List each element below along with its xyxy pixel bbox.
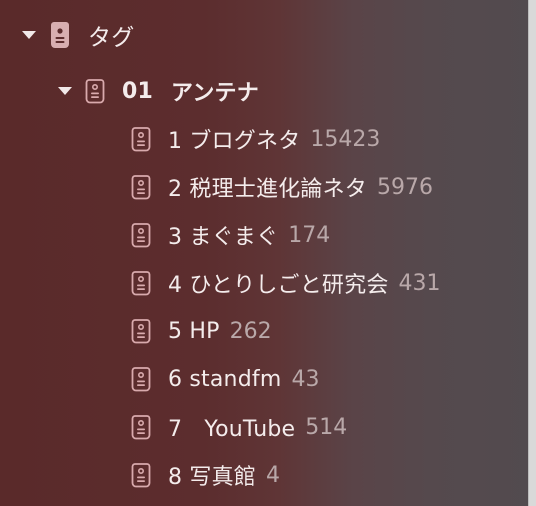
tag-item[interactable]: 6 standfm 43 (130, 359, 319, 399)
tag-outline-icon (84, 78, 106, 104)
folder-number: 01 (122, 78, 154, 104)
tag-item[interactable]: 8 写真館 4 (130, 455, 280, 495)
tag-item[interactable]: 1 ブログネタ 15423 (130, 119, 380, 159)
tag-outline-icon (130, 318, 152, 344)
tag-item-count: 514 (305, 414, 348, 440)
tag-outline-icon (130, 366, 152, 392)
triangle-down-icon[interactable] (58, 87, 72, 95)
tag-item-count: 4 (266, 462, 280, 488)
tag-item-label: 5 HP (168, 318, 220, 344)
tag-item[interactable]: 7 YouTube 514 (130, 407, 347, 447)
tag-item-label: 3 まぐまぐ (168, 225, 279, 250)
tag-item-count: 5976 (377, 174, 433, 200)
tag-outline-icon (130, 414, 152, 440)
scrollbar-strip[interactable] (528, 0, 536, 506)
tag-item[interactable]: 2 税理士進化論ネタ 5976 (130, 167, 433, 207)
tag-item-count: 15423 (310, 126, 381, 152)
tag-item-label: 4 ひとりしごと研究会 (168, 273, 389, 298)
tag-item[interactable]: 4 ひとりしごと研究会 431 (130, 263, 441, 303)
tag-item-label: 1 ブログネタ (168, 129, 301, 154)
tag-outline-icon (130, 222, 152, 248)
tag-item-count: 262 (229, 318, 272, 344)
tag-item-label: 2 税理士進化論ネタ (168, 177, 367, 202)
tag-item-label: 6 standfm (168, 366, 282, 392)
tag-item-count: 174 (288, 222, 331, 248)
tag-item-label: 8 写真館 (168, 465, 256, 490)
tag-item[interactable]: 5 HP 262 (130, 311, 272, 351)
tree-root-tags[interactable]: タグ (22, 15, 134, 55)
tree-root-label: タグ (88, 25, 135, 51)
tag-item-label: 7 YouTube (168, 417, 296, 442)
tag-item-count: 43 (291, 366, 320, 392)
tag-filled-icon (48, 21, 72, 49)
tag-outline-icon (130, 270, 152, 296)
tag-outline-icon (130, 174, 152, 200)
triangle-down-icon[interactable] (22, 31, 36, 39)
folder-name: アンテナ (171, 81, 259, 106)
tree-folder-antenna[interactable]: 01 アンテナ (58, 71, 259, 111)
tag-outline-icon (130, 126, 152, 152)
tag-item[interactable]: 3 まぐまぐ 174 (130, 215, 330, 255)
tag-outline-icon (130, 462, 152, 488)
tag-item-count: 431 (398, 270, 441, 296)
